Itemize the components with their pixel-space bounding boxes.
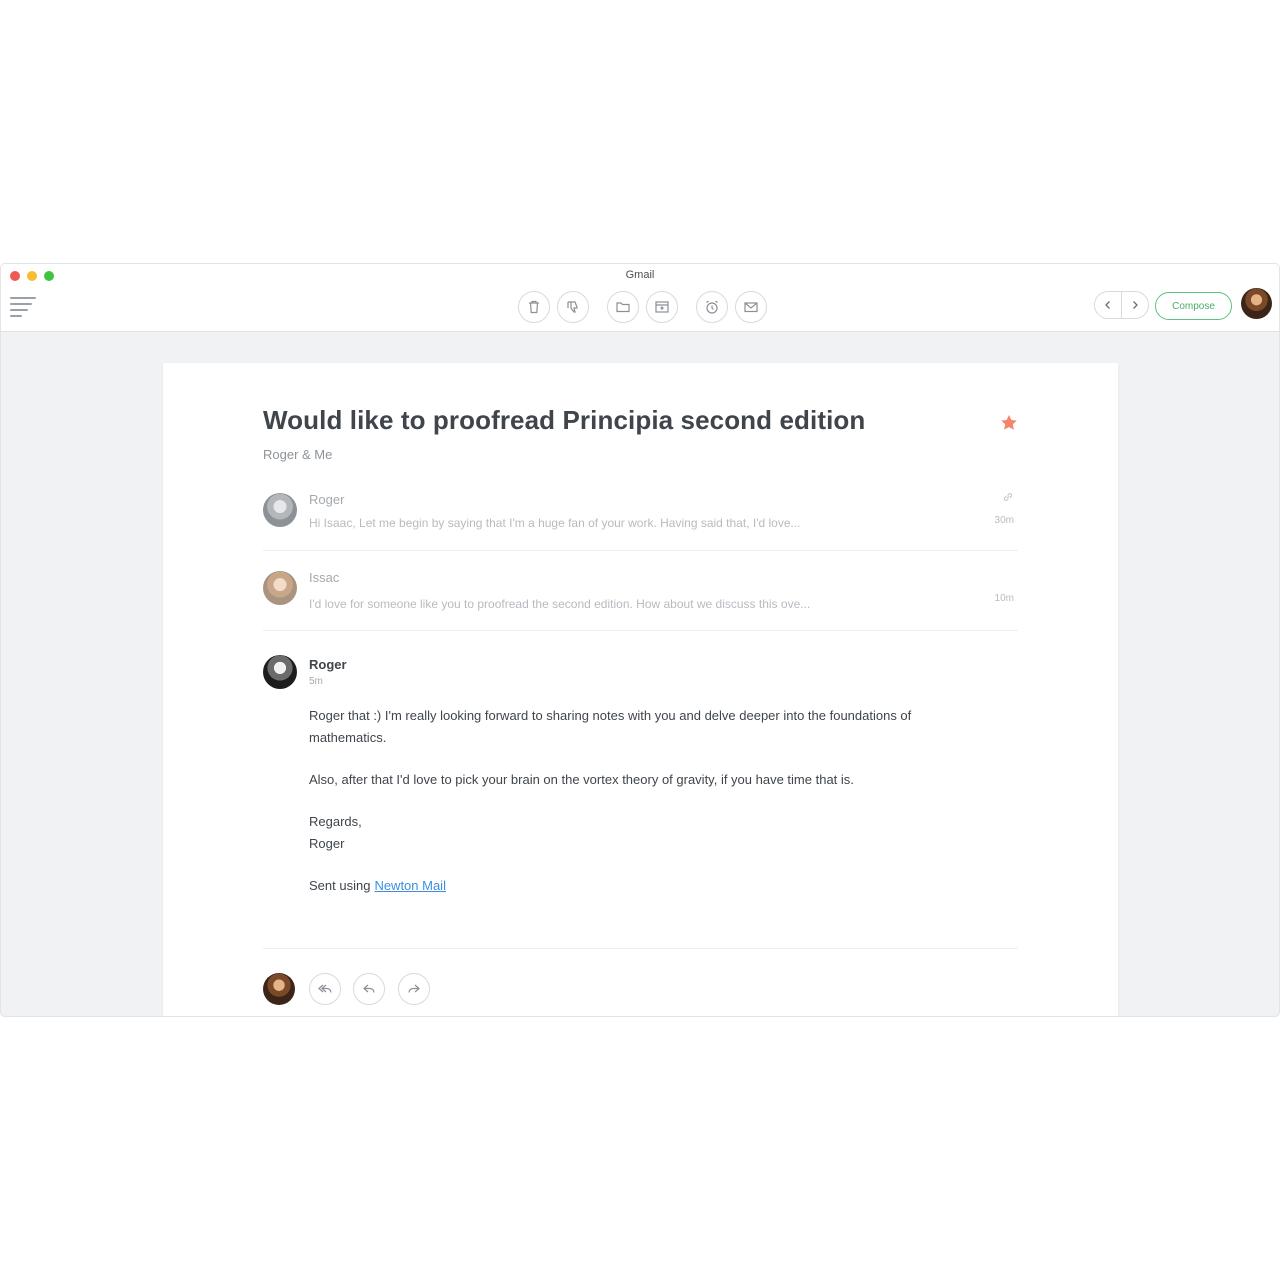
message-sender: Roger (309, 657, 347, 672)
newton-mail-link[interactable]: Newton Mail (374, 878, 446, 893)
message-closing: Regards, Roger (309, 811, 959, 855)
message-paragraph: Also, after that I'd love to pick your b… (309, 772, 854, 787)
mark-unread-button[interactable] (735, 291, 767, 323)
message-sender: Issac (309, 570, 340, 585)
open-message: Roger 5m Roger that :) I'm really lookin… (263, 653, 1018, 949)
signature-text: Roger (309, 836, 345, 851)
next-button[interactable] (1121, 292, 1148, 318)
reply-icon (363, 984, 375, 993)
collapsed-message[interactable]: Roger Hi Isaac, Let me begin by saying t… (263, 489, 1018, 551)
avatar (263, 571, 297, 605)
avatar (263, 493, 297, 527)
spam-button[interactable] (557, 291, 589, 323)
toolbar: Gmail Compose (1, 264, 1279, 332)
mail-icon (744, 302, 758, 313)
previous-button[interactable] (1095, 292, 1121, 318)
message-snippet: I'd love for someone like you to proofre… (309, 597, 811, 611)
move-to-folder-button[interactable] (607, 291, 639, 323)
message-sender: Roger (309, 492, 345, 507)
attachment-link-icon (1003, 493, 1013, 501)
forward-button[interactable] (398, 973, 430, 1005)
regards-text: Regards, (309, 814, 362, 829)
message-snippet: Hi Isaac, Let me begin by saying that I'… (309, 516, 801, 530)
thread-navigation (1094, 291, 1149, 319)
trash-icon (529, 300, 539, 314)
thread-subject: Would like to proofread Principia second… (263, 405, 866, 435)
chevron-right-icon (1133, 301, 1138, 309)
message-time: 10m (994, 593, 1014, 604)
collapsed-message[interactable]: Issac I'd love for someone like you to p… (263, 569, 1018, 631)
avatar (263, 655, 297, 689)
snooze-button[interactable] (696, 291, 728, 323)
profile-avatar[interactable] (1241, 288, 1272, 319)
folder-icon (616, 302, 630, 313)
reply-all-button[interactable] (309, 973, 341, 1005)
window-title: Gmail (625, 269, 655, 281)
menu-icon[interactable] (10, 297, 36, 317)
star-icon[interactable] (999, 413, 1019, 433)
delete-button[interactable] (518, 291, 550, 323)
message-paragraph: Roger that :) I'm really looking forward… (309, 708, 912, 745)
message-time: 5m (309, 676, 323, 687)
chevron-left-icon (1105, 301, 1110, 309)
message-body: Roger that :) I'm really looking forward… (309, 705, 959, 917)
reply-button[interactable] (353, 973, 385, 1005)
sent-using-line: Sent using Newton Mail (309, 875, 959, 897)
message-time: 30m (994, 515, 1014, 526)
alarm-clock-icon (706, 300, 718, 314)
avatar (263, 973, 295, 1005)
thumbs-down-icon (567, 301, 578, 313)
forward-icon (408, 984, 420, 993)
app-window: Gmail Compose Would like to proofread Pr… (0, 263, 1280, 1017)
archive-button[interactable] (646, 291, 678, 323)
thread-participants: Roger & Me (263, 447, 333, 462)
archive-icon (655, 301, 669, 313)
reply-all-icon (318, 984, 332, 993)
thread-card: Would like to proofread Principia second… (163, 363, 1118, 1016)
sent-using-text: Sent using (309, 878, 371, 893)
compose-button[interactable]: Compose (1155, 292, 1232, 320)
reply-bar (263, 973, 663, 1007)
